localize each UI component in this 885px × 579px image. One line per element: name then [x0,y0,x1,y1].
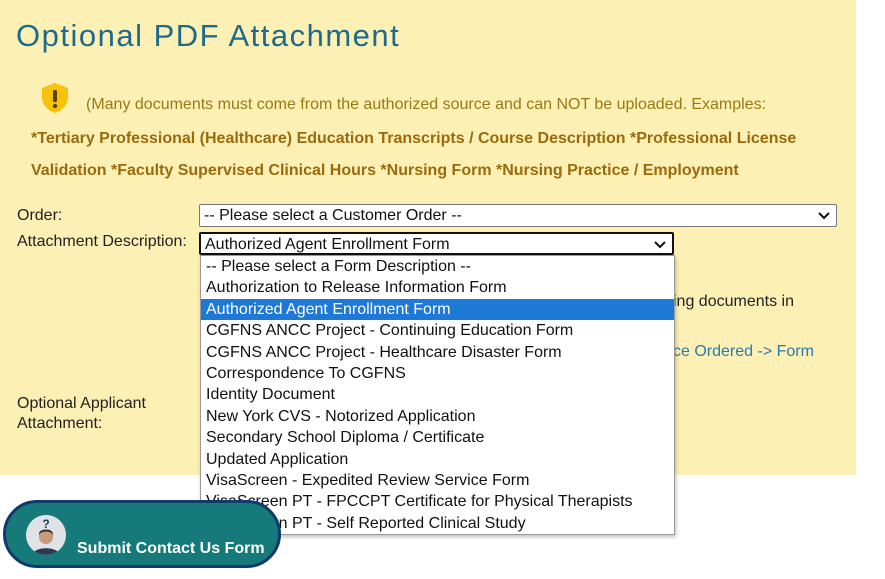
attachment-description-select[interactable]: Authorized Agent Enrollment Form [199,232,674,255]
dropdown-option[interactable]: Secondary School Diploma / Certificate [201,427,674,448]
attachment-description-dropdown[interactable]: -- Please select a Form Description -- A… [200,255,675,535]
submit-button-label: Submit Contact Us Form [77,540,265,557]
dropdown-option[interactable]: New York CVS - Notorized Application [201,406,674,427]
dropdown-option-selected[interactable]: Authorized Agent Enrollment Form [201,298,674,321]
dropdown-option[interactable]: CGFNS ANCC Project - Continuing Educatio… [201,320,674,341]
notice-examples-line-1: *Tertiary Professional (Healthcare) Educ… [31,130,797,147]
notice-intro: (Many documents must come from the autho… [86,96,767,113]
dropdown-option[interactable]: Updated Application [201,449,674,470]
dropdown-option[interactable]: CGFNS ANCC Project - Healthcare Disaster… [201,342,674,363]
page-title: Optional PDF Attachment [16,18,401,53]
dropdown-option[interactable]: VisaScreen - Expedited Review Service Fo… [201,470,674,491]
applicant-attachment-label-line-2: Attachment: [17,415,103,432]
order-select[interactable]: -- Please select a Customer Order -- [199,204,837,227]
notice-examples-line-2: Validation *Faculty Supervised Clinical … [31,162,739,179]
help-avatar-icon: ? [26,515,66,555]
order-label: Order: [17,207,63,224]
applicant-attachment-label-line-1: Optional Applicant [17,395,146,412]
chevron-down-icon [654,241,666,249]
svg-text:?: ? [42,517,49,531]
order-select-value: -- Please select a Customer Order -- [204,207,462,224]
chevron-down-icon [818,212,830,220]
shield-warning-icon [42,83,68,113]
service-ordered-form-link[interactable]: ce Ordered -> Form [673,343,814,361]
dropdown-option[interactable]: VisaScreen PT - FPCCPT Certificate for P… [201,491,674,512]
attachment-description-value: Authorized Agent Enrollment Form [205,236,450,253]
instruction-text-partial: ing documents in [673,293,794,310]
attachment-description-label: Attachment Description: [17,233,187,250]
dropdown-option[interactable]: Identity Document [201,384,674,405]
dropdown-option[interactable]: Correspondence To CGFNS [201,363,674,384]
submit-contact-us-button[interactable]: ? Submit Contact Us Form [3,500,281,568]
dropdown-option[interactable]: Authorization to Release Information For… [201,277,674,298]
dropdown-option[interactable]: -- Please select a Form Description -- [201,256,674,277]
